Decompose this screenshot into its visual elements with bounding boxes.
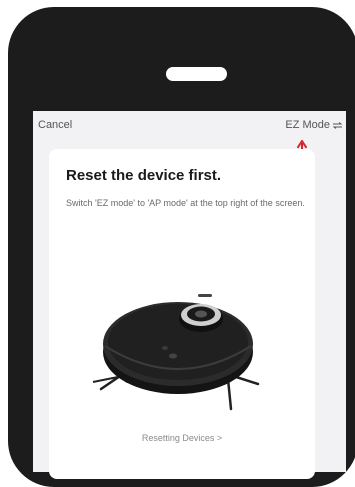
cancel-button[interactable]: Cancel <box>38 119 72 131</box>
swap-arrows-icon <box>333 121 342 129</box>
card-description: Switch 'EZ mode' to 'AP mode' at the top… <box>66 198 305 208</box>
ez-mode-label: EZ Mode <box>285 119 330 131</box>
card-title: Reset the device first. <box>66 167 222 184</box>
phone-speaker <box>166 67 227 81</box>
resetting-devices-link[interactable]: Resetting Devices > <box>49 433 315 443</box>
robot-vacuum-image <box>92 294 260 411</box>
nav-bar: Cancel EZ Mode <box>33 111 346 141</box>
instruction-card: Reset the device first. Switch 'EZ mode'… <box>49 149 315 479</box>
ez-mode-button[interactable]: EZ Mode <box>285 119 342 131</box>
